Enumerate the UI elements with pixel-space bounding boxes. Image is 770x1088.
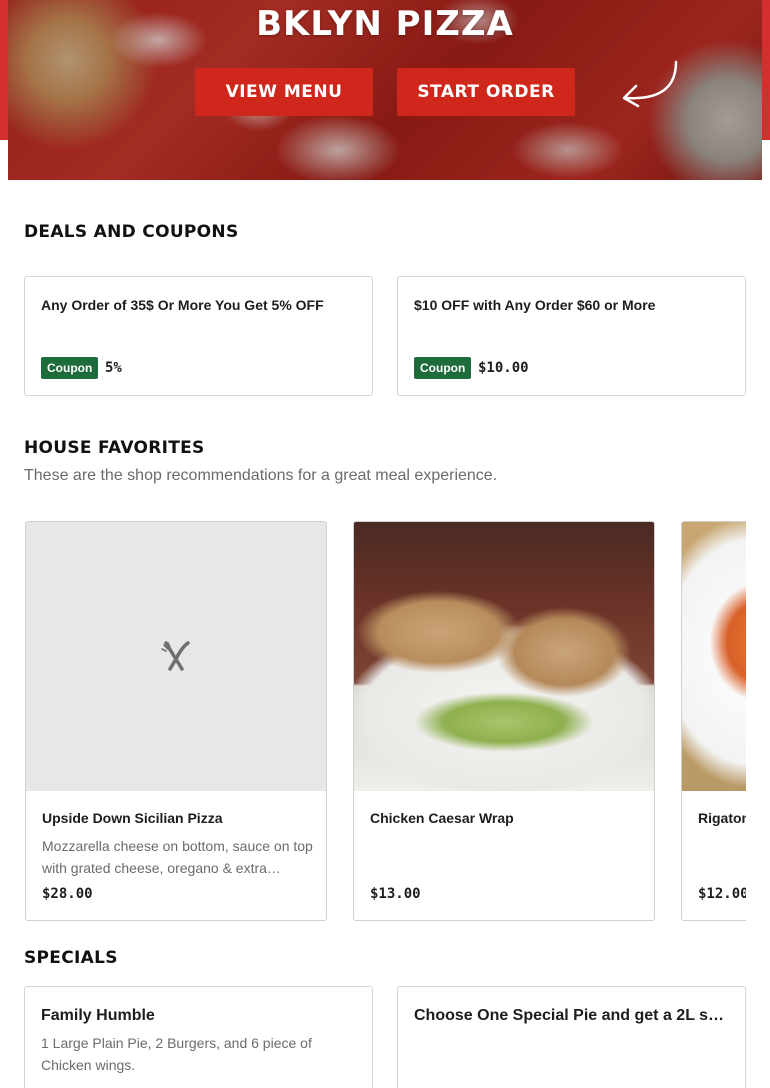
coupon-card[interactable]: $10 OFF with Any Order $60 or More Coupo… — [397, 276, 746, 396]
special-card[interactable]: Choose One Special Pie and get a 2L soda… — [397, 986, 746, 1088]
menu-item-name: Upside Down Sicilian Pizza — [42, 810, 223, 826]
menu-item-price: $12.00 — [698, 886, 746, 902]
view-menu-button[interactable]: VIEW MENU — [195, 68, 373, 116]
utensils-icon — [161, 640, 190, 671]
menu-item-name: Chicken Caesar Wrap — [370, 810, 514, 826]
deals-section-title: DEALS AND COUPONS — [24, 222, 239, 242]
coupon-value: 5% — [105, 360, 122, 376]
coupon-card[interactable]: Any Order of 35$ Or More You Get 5% OFF … — [24, 276, 373, 396]
menu-item-image — [354, 522, 654, 791]
favorites-subtitle: These are the shop recommendations for a… — [24, 467, 498, 484]
special-card[interactable]: Family Humble 1 Large Plain Pie, 2 Burge… — [24, 986, 373, 1088]
favorites-carousel[interactable]: Upside Down Sicilian Pizza Mozzarella ch… — [24, 520, 746, 922]
coupon-badge: Coupon — [414, 357, 472, 379]
menu-item-price: $28.00 — [42, 886, 93, 902]
restaurant-name: BKLYN PIZZA — [256, 4, 514, 44]
curved-arrow-icon — [622, 60, 678, 108]
specials-section-title: SPECIALS — [24, 948, 118, 968]
menu-item-image-placeholder — [26, 522, 326, 791]
hero-pizza-image: BKLYN PIZZA VIEW MENU START ORDER — [8, 0, 762, 180]
special-description: 1 Large Plain Pie, 2 Burgers, and 6 piec… — [41, 1035, 312, 1073]
hero-section: BKLYN PIZZA VIEW MENU START ORDER — [0, 0, 770, 180]
menu-item-price: $13.00 — [370, 886, 421, 902]
hero-edge-left — [0, 0, 8, 140]
coupon-badge: Coupon — [41, 357, 99, 379]
menu-item-name: Rigatoni — [698, 810, 746, 826]
special-title: Family Humble — [41, 1007, 155, 1024]
coupon-value: $10.00 — [478, 360, 529, 376]
menu-item-card[interactable]: Rigatoni $12.00 — [681, 521, 746, 921]
coupon-title: $10 OFF with Any Order $60 or More — [414, 297, 656, 313]
menu-item-image — [682, 522, 746, 791]
favorites-section-title: HOUSE FAVORITES — [24, 438, 205, 458]
menu-item-description: Mozzarella cheese on bottom, sauce on to… — [42, 838, 313, 876]
special-title: Choose One Special Pie and get a 2L soda… — [414, 1007, 732, 1024]
start-order-button[interactable]: START ORDER — [397, 68, 575, 116]
menu-item-card[interactable]: Upside Down Sicilian Pizza Mozzarella ch… — [25, 521, 327, 921]
hero-edge-right — [762, 0, 770, 140]
coupon-title: Any Order of 35$ Or More You Get 5% OFF — [41, 297, 324, 313]
menu-item-card[interactable]: Chicken Caesar Wrap $13.00 — [353, 521, 655, 921]
